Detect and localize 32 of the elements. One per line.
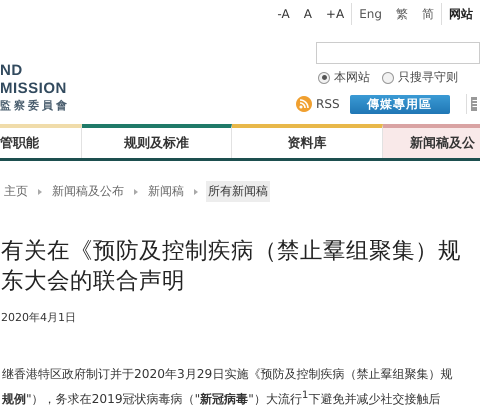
nav-tab[interactable]: 管职能 [0, 124, 82, 158]
radio-button[interactable] [382, 72, 394, 84]
logo-text: MISSION [0, 80, 68, 98]
list-icon[interactable] [470, 97, 477, 111]
chevron-icon [38, 188, 42, 194]
top-link[interactable]: Eng [351, 3, 389, 25]
body-text: 规例"），务求在2019冠状病毒病（"新冠病毒"）大流行$^{1}$下避免并减少社交接触后 [0, 389, 442, 408]
top-link[interactable]: 繁 [389, 3, 415, 25]
top-link[interactable]: 网站 [441, 3, 480, 25]
breadcrumb-link[interactable]: 所有新闻稿 [206, 181, 270, 202]
body-text: 继香港特区政府制订并于2020年3月29日实施《预防及控制疾病（禁止羣组聚集）规 [1, 366, 454, 383]
radio-label: 本网站 [334, 69, 370, 86]
chevron-icon [194, 188, 198, 194]
rss-icon[interactable] [296, 96, 312, 112]
nav-tab[interactable]: 规则及标准 [82, 124, 232, 158]
top-link[interactable]: A [296, 3, 319, 25]
top-link[interactable]: -A [270, 3, 297, 25]
radio-button[interactable] [318, 72, 330, 84]
rss-link[interactable]: RSS [316, 97, 340, 111]
logo-text: ND [0, 62, 24, 80]
nav-tab[interactable]: 新闻稿及公 [383, 124, 480, 158]
date-text: 2020年4月1日 [0, 310, 77, 325]
chevron-icon [134, 188, 138, 194]
nav-tab[interactable]: 资料库 [232, 124, 383, 158]
logo-text: 監察委員會 [0, 98, 70, 114]
search-field[interactable] [316, 42, 480, 64]
radio-label: 只搜寻守则 [398, 69, 458, 86]
page-title: 东大会的联合声明 [0, 267, 186, 296]
top-link[interactable]: 简 [415, 3, 441, 25]
top-link[interactable]: +A [318, 3, 352, 25]
media-button[interactable]: 傳媒專用區 [350, 94, 450, 114]
page-title: 有关在《预防及控制疾病（禁止羣组聚集）规 [0, 237, 462, 266]
